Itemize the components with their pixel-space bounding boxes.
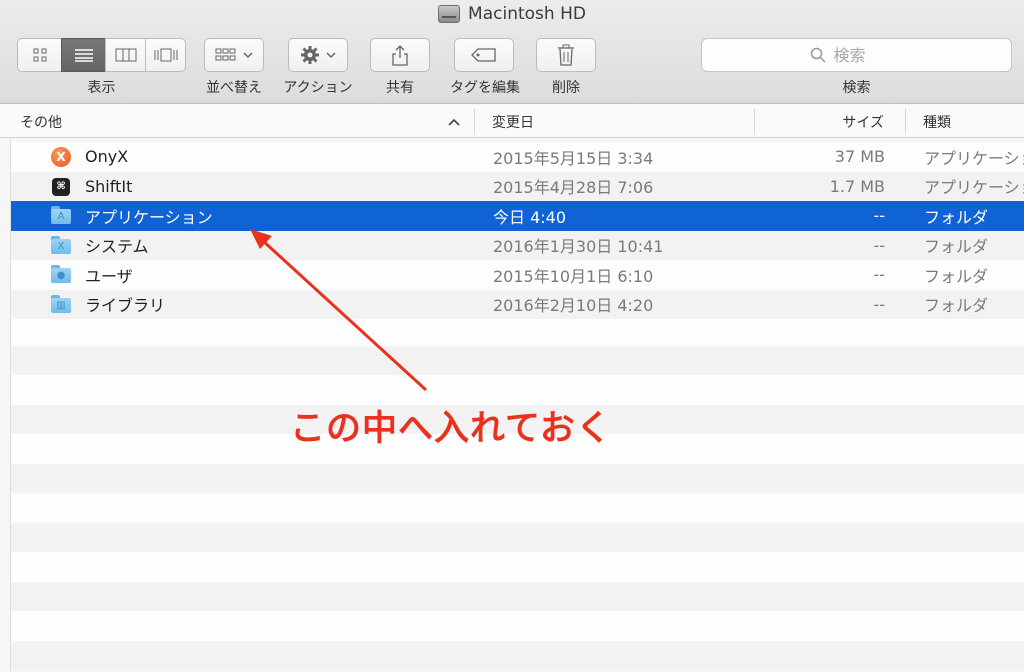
list-lines-icon — [74, 49, 93, 62]
file-size: -- — [873, 206, 885, 226]
file-date: 2015年5月15日 3:34 — [493, 148, 654, 168]
file-kind: フォルダ — [924, 237, 989, 257]
search-field[interactable] — [701, 38, 1012, 72]
column-divider[interactable] — [754, 109, 755, 134]
file-name: ライブラリ — [85, 296, 166, 316]
search-input[interactable] — [833, 45, 904, 65]
column-divider[interactable] — [474, 109, 475, 134]
edit-tags-button[interactable] — [454, 38, 514, 72]
kind-column-label: 種類 — [923, 114, 951, 131]
window-title-text: Macintosh HD — [468, 4, 586, 24]
empty-row — [11, 640, 1024, 670]
file-row-library[interactable]: ▥ ライブラリ 2016年2月10日 4:20 -- フォルダ — [11, 289, 1024, 319]
file-kind: アプリケーション — [924, 178, 1024, 198]
chevron-down-icon — [243, 52, 253, 59]
file-date: 2016年1月30日 10:41 — [493, 237, 664, 257]
file-kind: フォルダ — [924, 296, 989, 316]
delete-button[interactable] — [536, 38, 596, 72]
file-row-shiftit[interactable]: ⌘ ShiftIt 2015年4月28日 7:06 1.7 MB アプリケーショ… — [11, 171, 1024, 201]
file-kind: フォルダ — [924, 266, 989, 286]
column-divider[interactable] — [905, 109, 906, 134]
system-folder-icon: X — [51, 235, 71, 255]
empty-row — [11, 493, 1024, 523]
date-column-header[interactable]: 変更日 — [492, 105, 752, 138]
file-size: 37 MB — [834, 147, 885, 167]
list-view-button[interactable] — [61, 38, 105, 72]
view-mode-control — [17, 38, 186, 72]
window-title: Macintosh HD — [0, 4, 1024, 24]
file-size: 1.7 MB — [829, 176, 885, 196]
share-button[interactable] — [370, 38, 430, 72]
tag-label: タグを編集 — [450, 80, 520, 96]
delete-label: 削除 — [552, 80, 580, 96]
name-column-header[interactable]: その他 — [20, 105, 470, 138]
file-size: -- — [873, 235, 885, 255]
annotation-text: この中へ入れておく — [290, 409, 612, 449]
file-row-system[interactable]: X システム 2016年1月30日 10:41 -- フォルダ — [11, 230, 1024, 260]
file-date: 2016年2月10日 4:20 — [493, 296, 654, 316]
coverflow-view-button[interactable] — [145, 38, 186, 72]
file-date: 2015年10月1日 6:10 — [493, 266, 654, 286]
sort-button[interactable] — [204, 38, 264, 72]
arrange-grid-icon — [215, 48, 236, 61]
chevron-down-icon — [326, 52, 336, 59]
kind-column-header[interactable]: 種類 — [923, 105, 1023, 138]
file-name: ユーザ — [85, 266, 133, 286]
empty-row — [11, 552, 1024, 582]
trash-icon — [558, 44, 574, 66]
size-column-header[interactable]: サイズ — [756, 105, 884, 138]
file-name: システム — [85, 237, 149, 257]
gear-icon — [301, 46, 319, 64]
size-column-label: サイズ — [842, 114, 884, 131]
column-header: その他 変更日 サイズ 種類 — [0, 105, 1024, 138]
file-row-onyx[interactable]: X OnyX 2015年5月15日 3:34 37 MB アプリケーション — [11, 142, 1024, 172]
sort-label: 並べ替え — [206, 80, 262, 96]
file-kind: フォルダ — [924, 207, 989, 227]
icon-view-button[interactable] — [17, 38, 61, 72]
column-view-button[interactable] — [105, 38, 145, 72]
tag-icon — [471, 48, 496, 62]
action-label: アクション — [283, 80, 353, 96]
action-button[interactable] — [288, 38, 348, 72]
file-name: アプリケーション — [85, 207, 213, 227]
delete-control — [536, 38, 596, 72]
sort-control — [204, 38, 264, 72]
file-date: 今日 4:40 — [493, 207, 567, 227]
date-column-label: 変更日 — [492, 114, 534, 131]
share-label: 共有 — [386, 80, 414, 96]
icon-grid-icon — [33, 48, 46, 62]
search-label: 検索 — [842, 80, 871, 96]
share-icon — [392, 45, 408, 66]
library-folder-icon: ▥ — [51, 294, 71, 314]
empty-row — [11, 345, 1024, 375]
search-icon — [810, 47, 826, 63]
empty-row — [11, 611, 1024, 641]
file-name: ShiftIt — [85, 176, 133, 196]
name-column-label: その他 — [20, 114, 62, 131]
file-kind: アプリケーション — [924, 148, 1024, 168]
file-date: 2015年4月28日 7:06 — [493, 178, 654, 198]
columns-icon — [115, 48, 136, 62]
view-label: 表示 — [87, 80, 116, 96]
hard-disk-icon — [438, 5, 461, 23]
coverflow-icon — [154, 48, 177, 62]
file-row-applications[interactable]: A アプリケーション 今日 4:40 -- フォルダ — [11, 201, 1024, 231]
applications-folder-icon: A — [51, 206, 71, 225]
empty-row — [11, 522, 1024, 552]
empty-row — [11, 463, 1024, 493]
users-folder-icon: ● — [51, 265, 71, 284]
file-row-users[interactable]: ● ユーザ 2015年10月1日 6:10 -- フォルダ — [11, 260, 1024, 290]
action-control — [288, 38, 348, 72]
empty-row — [11, 581, 1024, 611]
shiftit-app-icon: ⌘ — [51, 177, 71, 196]
file-size: -- — [873, 265, 885, 285]
window-toolbar: Macintosh HD 表示 並べ替え アクション 共有 タグを編集 削除 検… — [0, 0, 1024, 104]
file-name: OnyX — [85, 147, 129, 167]
sort-ascending-icon — [448, 118, 460, 126]
file-size: -- — [873, 294, 885, 314]
tag-control — [454, 38, 514, 72]
share-control — [370, 38, 430, 72]
onyx-app-icon: X — [51, 147, 71, 167]
empty-row — [11, 316, 1024, 346]
